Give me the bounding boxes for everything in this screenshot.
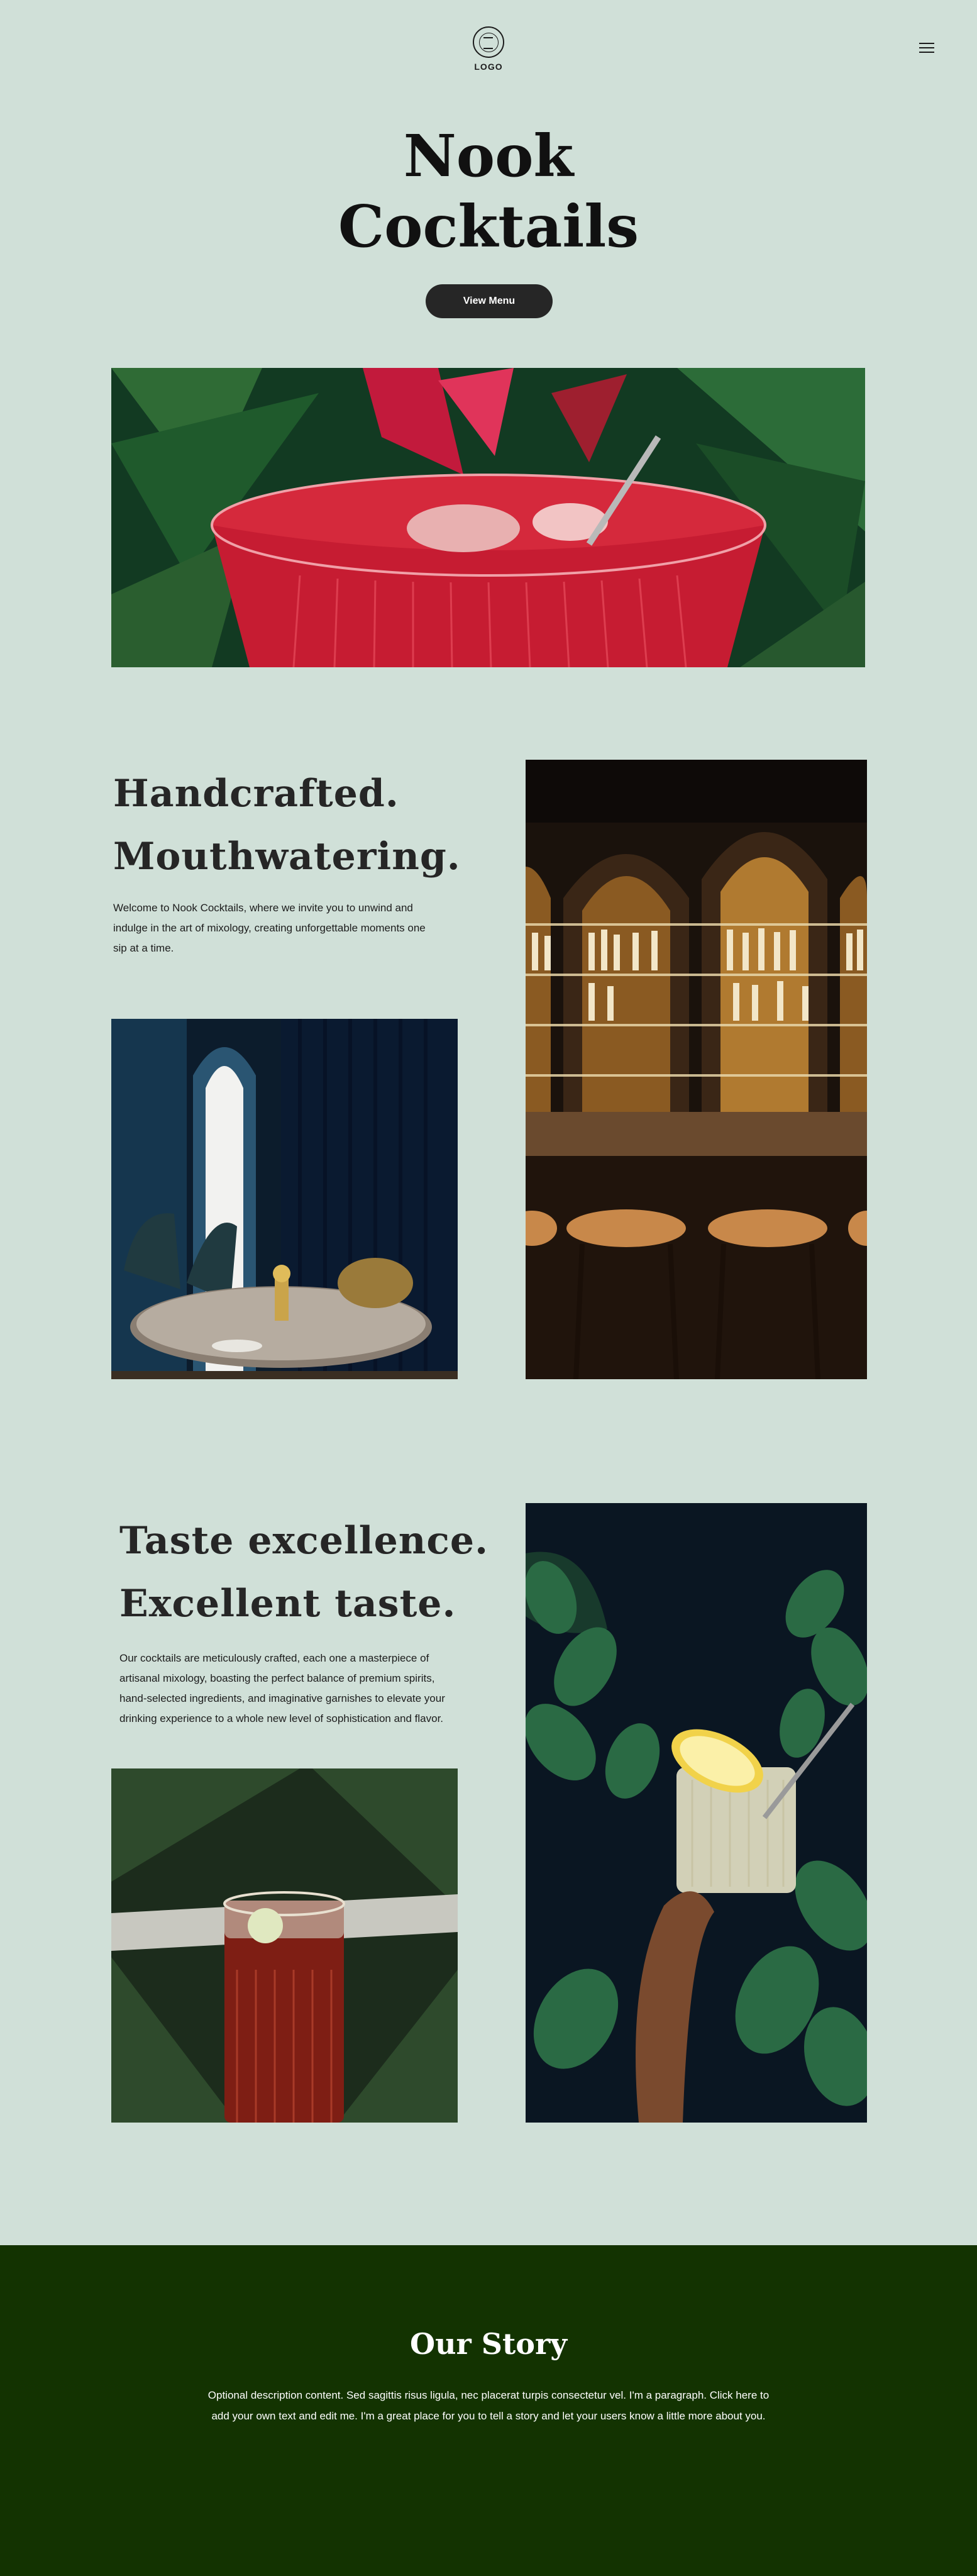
logo-label: LOGO <box>474 62 503 72</box>
cocktails-paragraph: Our cocktails are meticulously crafted, … <box>119 1652 445 1724</box>
our-story-section: Our Story Optional description content. … <box>0 2245 977 2576</box>
taste-excellence-heading: Taste excellence. Excellent taste. <box>119 1519 488 1626</box>
welcome-paragraph: Welcome to Nook Cocktails, where we invi… <box>113 902 426 954</box>
menu-button[interactable] <box>915 43 938 58</box>
red-cocktail-image <box>111 1768 458 2123</box>
hero-punch-bowl-image <box>111 368 865 667</box>
dining-table-image <box>111 1019 458 1379</box>
lemon-cocktail-image <box>526 1503 867 2123</box>
handcrafted-heading: Handcrafted. Mouthwatering. <box>113 772 461 879</box>
hero-title: Nook Cocktails <box>338 122 639 260</box>
logo-mark <box>473 26 504 58</box>
hamburger-icon <box>919 43 934 44</box>
view-menu-button[interactable]: View Menu <box>426 284 553 318</box>
bar-interior-image <box>526 760 867 1379</box>
our-story-title: Our Story <box>410 2327 567 2361</box>
logo[interactable]: LOGO <box>463 26 514 72</box>
our-story-paragraph: Optional description content. Sed sagitt… <box>207 2389 770 2422</box>
